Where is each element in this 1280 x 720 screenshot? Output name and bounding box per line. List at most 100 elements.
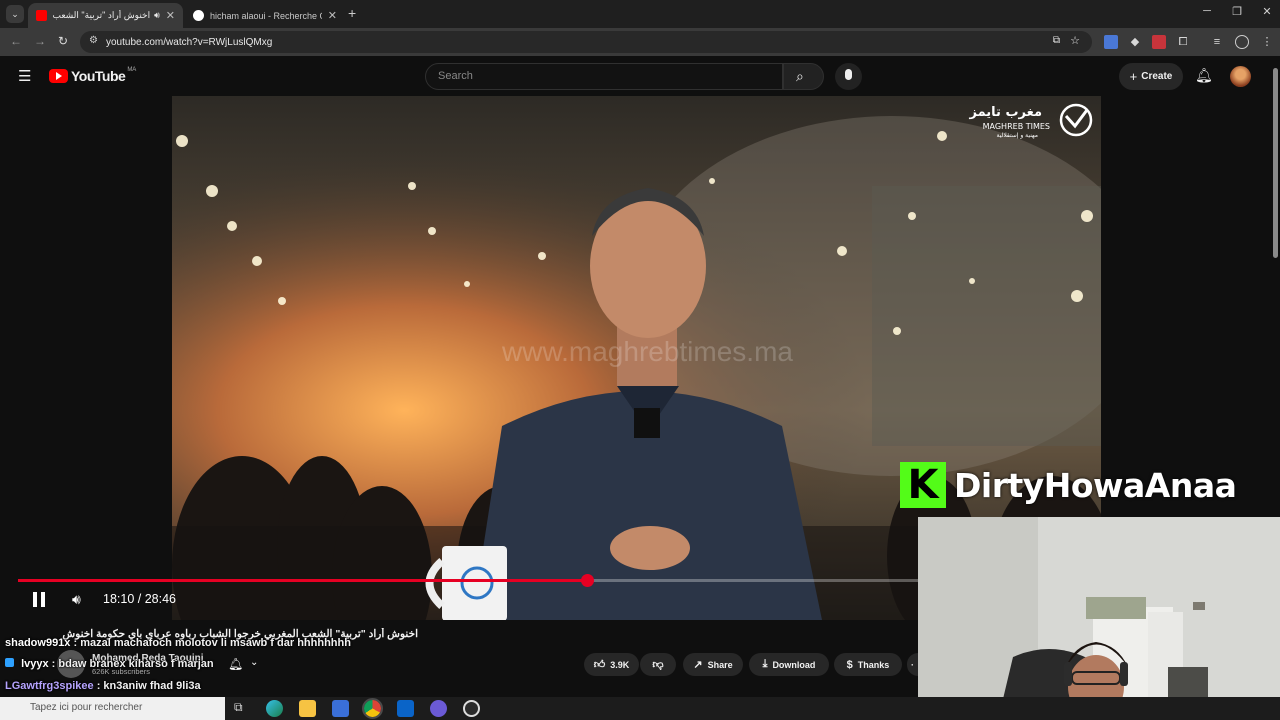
reload-icon[interactable]: ↻ [58, 34, 68, 48]
voice-search-button[interactable] [835, 63, 862, 90]
avatar[interactable] [1230, 66, 1251, 87]
svg-text:MAGHREB TIMES: MAGHREB TIMES [983, 122, 1050, 131]
youtube-header: ☰ YouTube MA Search ⌕ + Create 🔔︎ [0, 56, 1280, 96]
close-tab-icon[interactable]: ✕ [166, 9, 175, 22]
webcam-feed [918, 517, 1280, 720]
browser-toolbar: ← → ↻ ⚙︎ youtube.com/watch?v=RWjLuslQMxg… [0, 28, 1280, 56]
thumbs-up-icon: 👍︎ [593, 659, 606, 671]
kick-branding: K DirtyHowaAnaa [900, 462, 1237, 508]
youtube-favicon-icon [36, 10, 47, 21]
close-window-icon[interactable]: ✕ [1252, 5, 1280, 23]
streamer-name: DirtyHowaAnaa [954, 465, 1237, 505]
forward-arrow-icon[interactable]: → [34, 34, 46, 48]
duration: 28:46 [144, 592, 176, 606]
tab-title: اخنوش أراد "تربية" الشعب ال... [53, 10, 151, 20]
tab-google-search[interactable]: hicham alaoui - Recherche Goo... ✕ [185, 3, 345, 28]
store-icon[interactable] [332, 700, 349, 717]
chrome-taskbar-icon[interactable] [362, 698, 383, 719]
microphone-icon [845, 69, 852, 80]
back-arrow-icon[interactable]: ← [10, 34, 22, 48]
page-scrollbar[interactable] [1271, 60, 1280, 520]
create-label: Create [1141, 71, 1173, 82]
install-app-icon[interactable]: ⧉ [1053, 35, 1060, 46]
task-view-icon[interactable]: ⧉ [234, 700, 251, 717]
thanks-icon: $ [846, 658, 853, 671]
youtube-play-icon [49, 69, 68, 83]
chat-username: LGawtfrg3spikee [5, 680, 94, 692]
taskbar-search-text: Tapez ici pour rechercher [30, 702, 143, 713]
chat-message: lvyyx : bdaw branex kiharso f marjan [5, 658, 214, 670]
video-watermark: www.maghrebtimes.ma [501, 336, 793, 367]
svg-text:مهنية و إستقلالية: مهنية و إستقلالية [996, 132, 1038, 139]
subscription-bell-icon[interactable]: 🔔︎ [228, 657, 243, 671]
volume-icon[interactable]: 🔊︎ [72, 591, 81, 608]
new-tab-button[interactable]: + [348, 5, 356, 21]
hamburger-menu-icon[interactable]: ☰ [18, 67, 31, 85]
search-icon: ⌕ [796, 68, 804, 84]
thanks-button[interactable]: $ Thanks [834, 653, 902, 676]
like-button[interactable]: 👍︎ 3.9K [584, 653, 639, 676]
bookmark-star-icon[interactable]: ☆ [1070, 34, 1080, 47]
minimize-window-icon[interactable]: ─ [1192, 5, 1222, 23]
extensions-puzzle-icon[interactable]: ⧠ [1176, 35, 1190, 49]
dislike-button[interactable]: 👎︎ [640, 653, 676, 676]
download-button[interactable]: ⤓ Download [749, 653, 829, 676]
tab-search-button[interactable]: ⌄ [6, 5, 24, 23]
chat-username: lvyyx [21, 658, 49, 670]
like-count: 3.9K [610, 659, 630, 670]
chat-message: shadow991x : mazal machafoch molotov li … [5, 637, 351, 649]
youtube-wordmark: YouTube [71, 68, 126, 84]
address-bar[interactable]: ⚙︎ youtube.com/watch?v=RWjLuslQMxg ⧉ ☆ [80, 31, 1092, 53]
region-code: MA [127, 67, 137, 73]
notifications-bell-icon[interactable]: 🔔︎ [1195, 67, 1213, 84]
scrollbar-thumb[interactable] [1273, 68, 1278, 258]
plus-icon: + [1129, 69, 1138, 84]
outlook-icon[interactable] [397, 700, 414, 717]
share-label: Share [707, 659, 733, 670]
create-button[interactable]: + Create [1119, 63, 1183, 90]
chat-message: LGawtfrg3spikee : kn3aniw fhad 9li3a [5, 680, 201, 692]
chat-text: : bdaw branex kiharso f marjan [51, 658, 214, 670]
chrome-menu-icon[interactable]: ⋮ [1260, 35, 1274, 49]
media-controls-icon[interactable]: ≡ [1210, 35, 1224, 49]
time-separator: / [137, 592, 145, 606]
thanks-label: Thanks [857, 659, 890, 670]
windows-taskbar: Tapez ici pour rechercher ⧉ [0, 697, 1280, 720]
chevron-down-icon[interactable]: ⌄ [250, 657, 258, 668]
progress-played [18, 579, 587, 582]
scrubber-handle[interactable] [580, 574, 594, 587]
browser-tab-strip: ⌄ اخنوش أراد "تربية" الشعب ال... 🔊︎ ✕ hi… [0, 0, 1280, 28]
edge-browser-icon[interactable] [266, 700, 283, 717]
thumbs-down-icon: 👎︎ [652, 659, 664, 671]
kick-logo-icon: K [900, 462, 946, 508]
pause-icon [33, 592, 37, 607]
close-tab-icon[interactable]: ✕ [328, 9, 337, 22]
chat-text: : kn3aniw fhad 9li3a [96, 680, 201, 692]
discord-like-app-icon[interactable] [430, 700, 447, 717]
share-button[interactable]: ↗ Share [683, 653, 743, 676]
site-info-icon[interactable]: ⚙︎ [89, 35, 98, 46]
profile-icon[interactable] [1235, 35, 1249, 49]
more-actions-button[interactable]: · [907, 653, 918, 676]
speaker-icon[interactable]: 🔊︎ [154, 10, 160, 21]
google-favicon-icon [193, 10, 204, 21]
more-icon: · [911, 659, 914, 670]
download-label: Download [772, 659, 816, 670]
pause-button[interactable] [33, 592, 48, 607]
search-button[interactable]: ⌕ [783, 63, 824, 90]
file-explorer-icon[interactable] [299, 700, 316, 717]
url-text: youtube.com/watch?v=RWjLuslQMxg [106, 36, 273, 48]
webcam-frame [918, 517, 1280, 720]
extension-diamond-icon[interactable]: ◆ [1128, 35, 1142, 49]
obs-studio-icon[interactable] [463, 700, 480, 717]
youtube-logo[interactable]: YouTube MA [49, 67, 137, 84]
taskbar-search-box[interactable]: Tapez ici pour rechercher [0, 697, 225, 720]
tab-title: hicham alaoui - Recherche Goo... [210, 10, 322, 21]
progress-bar[interactable] [18, 574, 918, 587]
tab-youtube-video[interactable]: اخنوش أراد "تربية" الشعب ال... 🔊︎ ✕ [28, 3, 183, 28]
restore-window-icon[interactable]: ❐ [1222, 5, 1252, 23]
extension-red-icon[interactable] [1152, 35, 1166, 49]
search-input[interactable]: Search [425, 63, 783, 90]
chat-text: : mazal machafoch molotov li msawb f dar… [73, 637, 351, 649]
translate-extension-icon[interactable] [1104, 35, 1118, 49]
